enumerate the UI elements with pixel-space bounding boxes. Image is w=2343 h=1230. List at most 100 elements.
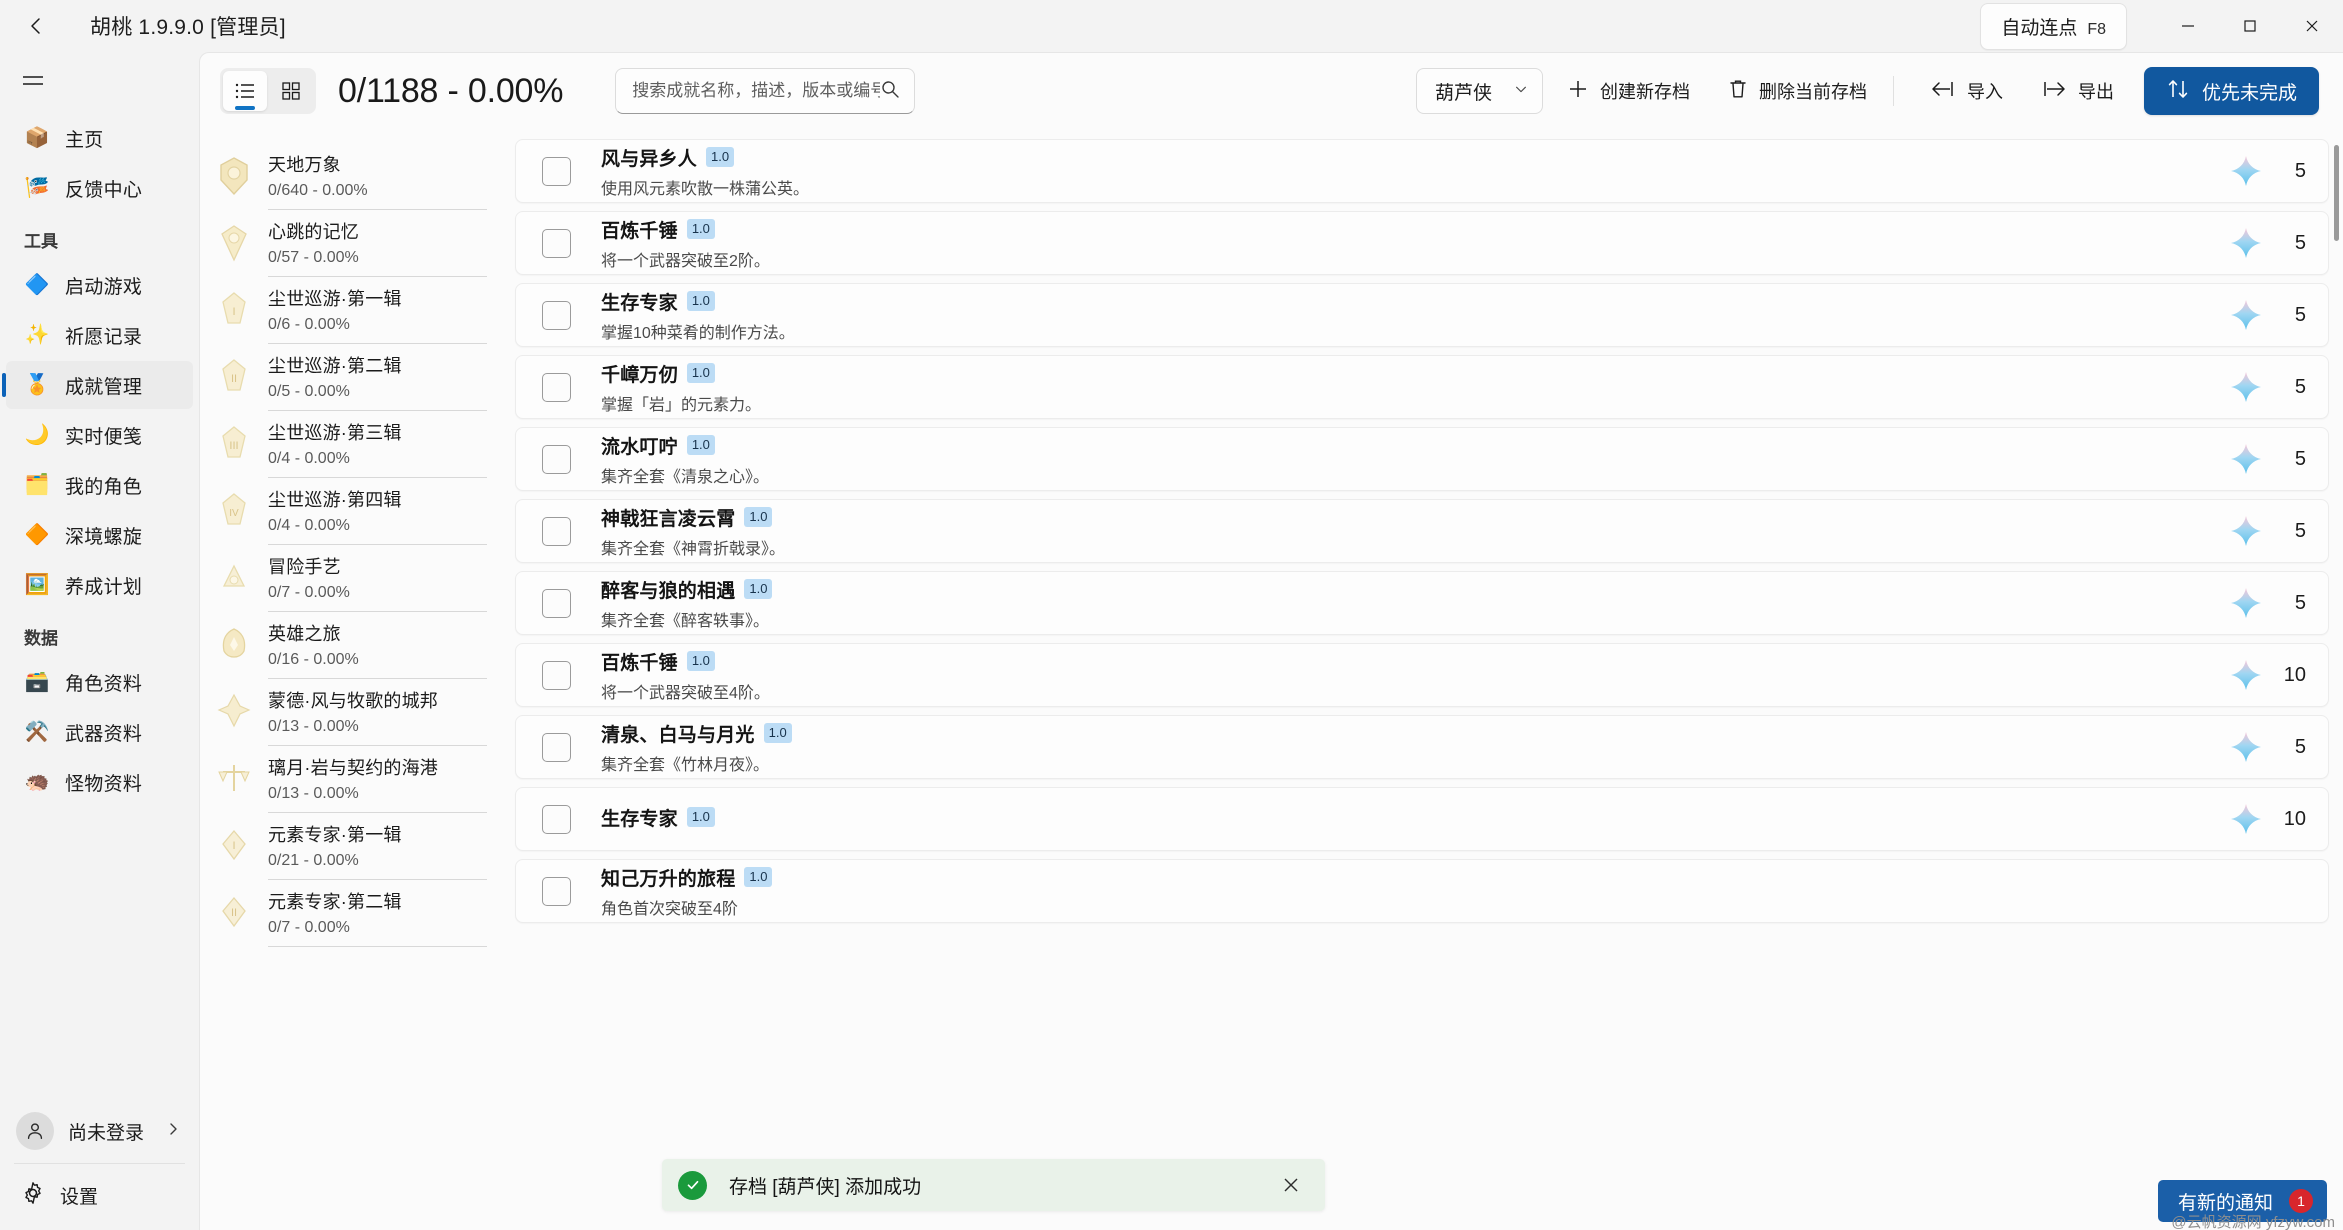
category-item[interactable]: I 尘世巡游·第一辑 0/6 - 0.00%	[214, 277, 487, 344]
achievement-row[interactable]: 生存专家 1.0 10	[515, 787, 2329, 851]
sidebar-item-home[interactable]: 📦 主页	[6, 114, 193, 162]
prioritize-incomplete-label: 优先未完成	[2201, 82, 2297, 104]
achievement-row[interactable]: 流水叮咛 1.0 集齐全套《清泉之心》。 5	[515, 427, 2329, 491]
export-button[interactable]: 导出	[2027, 68, 2128, 114]
achievement-checkbox[interactable]	[542, 876, 571, 906]
achievement-desc: 集齐全套《神霄折戟录》。	[601, 540, 786, 558]
sidebar-item-achievement-manager[interactable]: 🏅 成就管理	[2, 361, 193, 409]
achievement-toolbar: 0/1188 - 0.00% 葫芦侠	[200, 53, 2343, 129]
category-body: 蒙德·风与牧歌的城邦 0/13 - 0.00%	[268, 687, 487, 746]
category-item[interactable]: 英雄之旅 0/16 - 0.00%	[214, 612, 487, 679]
achievement-reward: 5	[2230, 227, 2306, 259]
category-item[interactable]: 冒险手艺 0/7 - 0.00%	[214, 545, 487, 612]
save-profile-select[interactable]: 葫芦侠	[1415, 68, 1543, 114]
achievement-checkbox[interactable]	[542, 444, 571, 474]
achievement-row[interactable]: 生存专家 1.0 掌握10种菜肴的制作方法。 5	[515, 283, 2329, 347]
sidebar-item-settings[interactable]: 设置	[6, 1170, 193, 1220]
sidebar-item-character-data[interactable]: 🗃️ 角色资料	[6, 658, 193, 706]
achievement-row[interactable]: 千嶂万仞 1.0 掌握「岩」的元素力。 5	[515, 355, 2329, 419]
grid-view-button[interactable]	[269, 71, 313, 111]
crest-liyue-icon	[214, 756, 254, 802]
sidebar-item-label: 反馈中心	[65, 179, 143, 201]
achievement-info: 风与异乡人 1.0 使用风元素吹散一株蒲公英。	[601, 144, 2216, 199]
auto-click-hotkey: F8	[2087, 20, 2106, 38]
achievement-desc: 角色首次突破至4阶	[601, 900, 738, 918]
sidebar: 📦 主页 🎏 反馈中心 工具 🔷 启动游戏 ✨ 祈愿记录 🏅 成就管理 🌙 实时…	[0, 52, 199, 1230]
category-item[interactable]: 天地万象 0/640 - 0.00%	[214, 143, 487, 210]
sidebar-item-monster-data[interactable]: 🦔 怪物资料	[6, 758, 193, 806]
sidebar-item-my-characters[interactable]: 🗂️ 我的角色	[6, 461, 193, 509]
close-button[interactable]	[2281, 0, 2343, 52]
achievement-row[interactable]: 百炼千锤 1.0 将一个武器突破至4阶。 10	[515, 643, 2329, 707]
sidebar-item-weapon-data[interactable]: ⚒️ 武器资料	[6, 708, 193, 756]
sidebar-item-feedback[interactable]: 🎏 反馈中心	[6, 164, 193, 212]
crest-craft-icon	[214, 555, 254, 601]
maximize-button[interactable]	[2219, 0, 2281, 52]
crest-gold-icon	[214, 153, 254, 199]
version-badge: 1.0	[706, 147, 735, 167]
achievement-row[interactable]: 知己万升的旅程 1.0 角色首次突破至4阶	[515, 859, 2329, 923]
sidebar-item-launch-game[interactable]: 🔷 启动游戏	[6, 261, 193, 309]
achievement-row[interactable]: 醉客与狼的相遇 1.0 集齐全套《醉客轶事》。 5	[515, 571, 2329, 635]
svg-text:I: I	[232, 840, 235, 852]
category-item[interactable]: I 元素专家·第一辑 0/21 - 0.00%	[214, 813, 487, 880]
create-save-button[interactable]: 创建新存档	[1553, 68, 1704, 114]
close-icon	[2306, 20, 2318, 32]
category-progress: 0/6 - 0.00%	[268, 316, 350, 333]
achievement-row[interactable]: 神戟狂言凌云霄 1.0 集齐全套《神霄折戟录》。 5	[515, 499, 2329, 563]
category-item[interactable]: 璃月·岩与契约的海港 0/13 - 0.00%	[214, 746, 487, 813]
achievement-checkbox[interactable]	[542, 156, 571, 186]
auto-click-button[interactable]: 自动连点 F8	[1980, 2, 2127, 50]
list-view-button[interactable]	[223, 71, 267, 111]
achievement-checkbox[interactable]	[542, 516, 571, 546]
category-body: 尘世巡游·第四辑 0/4 - 0.00%	[268, 486, 487, 545]
export-label: 导出	[2077, 82, 2114, 102]
category-item[interactable]: III 尘世巡游·第三辑 0/4 - 0.00%	[214, 411, 487, 478]
category-body: 尘世巡游·第一辑 0/6 - 0.00%	[268, 285, 487, 344]
achievement-row[interactable]: 清泉、白马与月光 1.0 集齐全套《竹林月夜》。 5	[515, 715, 2329, 779]
achievement-title-line: 生存专家 1.0	[601, 288, 2216, 315]
achievement-checkbox[interactable]	[542, 732, 571, 762]
category-item[interactable]: II 尘世巡游·第二辑 0/5 - 0.00%	[214, 344, 487, 411]
category-progress: 0/7 - 0.00%	[268, 919, 350, 936]
achievement-checkbox[interactable]	[542, 588, 571, 618]
achievement-reward: 5	[2230, 515, 2306, 547]
achievement-checkbox[interactable]	[542, 300, 571, 330]
achievement-checkbox[interactable]	[542, 804, 571, 834]
import-label: 导入	[1966, 82, 2003, 102]
prioritize-incomplete-button[interactable]: 优先未完成	[2143, 67, 2319, 115]
sidebar-item-wish-history[interactable]: ✨ 祈愿记录	[6, 311, 193, 359]
import-button[interactable]: 导入	[1916, 68, 2017, 114]
account-button[interactable]: 尚未登录	[6, 1103, 193, 1159]
achievement-row[interactable]: 风与异乡人 1.0 使用风元素吹散一株蒲公英。 5	[515, 139, 2329, 203]
sidebar-item-spiral-abyss[interactable]: 🔶 深境螺旋	[6, 511, 193, 559]
category-item[interactable]: 蒙德·风与牧歌的城邦 0/13 - 0.00%	[214, 679, 487, 746]
sidebar-toggle-button[interactable]	[8, 58, 58, 104]
my-character-card-icon: 🗂️	[24, 474, 50, 496]
primogem-icon	[2231, 732, 2261, 762]
sidebar-item-realtime-notes[interactable]: 🌙 实时便笺	[6, 411, 193, 459]
search-box[interactable]	[615, 68, 916, 114]
minimize-button[interactable]	[2157, 0, 2219, 52]
sidebar-item-cultivation-plan[interactable]: 🖼️ 养成计划	[6, 561, 193, 609]
search-icon[interactable]	[880, 79, 900, 104]
search-input[interactable]	[632, 81, 881, 101]
delete-save-button[interactable]: 删除当前存档	[1714, 68, 1881, 114]
reward-count: 5	[2294, 159, 2306, 182]
achievement-checkbox[interactable]	[542, 660, 571, 690]
character-data-icon: 🗃️	[24, 671, 50, 693]
achievement-checkbox[interactable]	[542, 372, 571, 402]
category-item[interactable]: IV 尘世巡游·第四辑 0/4 - 0.00%	[214, 478, 487, 545]
back-button[interactable]	[6, 3, 68, 49]
achievement-scrollbar[interactable]	[2334, 145, 2339, 241]
achievement-title-line: 神戟狂言凌云霄 1.0	[601, 504, 2216, 531]
category-item[interactable]: II 元素专家·第二辑 0/7 - 0.00%	[214, 880, 487, 947]
achievement-checkbox[interactable]	[542, 228, 571, 258]
category-item[interactable]: 心跳的记忆 0/57 - 0.00%	[214, 210, 487, 277]
achievement-desc: 掌握「岩」的元素力。	[601, 396, 762, 414]
settings-label: 设置	[60, 1186, 99, 1208]
achievement-row[interactable]: 百炼千锤 1.0 将一个武器突破至2阶。 5	[515, 211, 2329, 275]
category-body: 英雄之旅 0/16 - 0.00%	[268, 620, 487, 679]
category-name: 心跳的记忆	[268, 222, 359, 242]
toast-close-button[interactable]	[1277, 1171, 1305, 1199]
